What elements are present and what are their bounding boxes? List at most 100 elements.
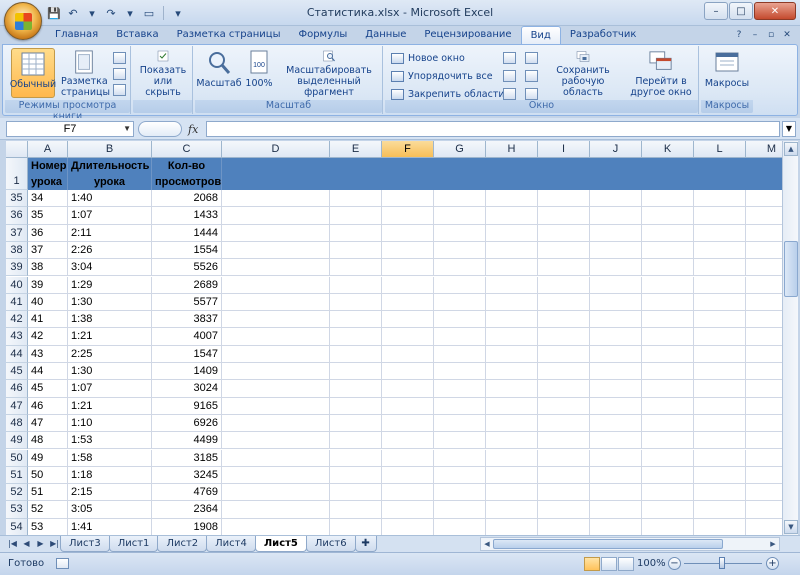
zoom-button[interactable]: Масштаб bbox=[196, 48, 242, 98]
empty-cell[interactable] bbox=[590, 207, 642, 225]
row-header[interactable]: 50 bbox=[6, 449, 28, 467]
empty-cell[interactable] bbox=[434, 328, 486, 346]
empty-cell[interactable] bbox=[382, 484, 434, 502]
row-header[interactable]: 39 bbox=[6, 259, 28, 277]
empty-cell[interactable] bbox=[694, 414, 746, 433]
cell-view-count[interactable]: 2068 bbox=[152, 190, 222, 208]
empty-cell[interactable] bbox=[590, 449, 642, 467]
formula-input[interactable] bbox=[206, 121, 780, 137]
cell-lesson-number[interactable]: 39 bbox=[28, 276, 68, 294]
empty-cell[interactable] bbox=[330, 484, 382, 502]
cell-view-count[interactable]: 6926 bbox=[152, 414, 222, 433]
empty-cell[interactable] bbox=[642, 207, 694, 225]
office-button[interactable] bbox=[4, 2, 42, 40]
cell-lesson-number[interactable]: 45 bbox=[28, 380, 68, 398]
empty-cell[interactable] bbox=[434, 224, 486, 242]
empty-cell[interactable] bbox=[642, 363, 694, 381]
cell-lesson-number[interactable]: 49 bbox=[28, 449, 68, 467]
doc-restore-icon[interactable]: ▫ bbox=[764, 28, 778, 42]
column-header-a[interactable]: A bbox=[28, 141, 68, 158]
empty-cell[interactable] bbox=[590, 259, 642, 277]
empty-cell[interactable] bbox=[694, 311, 746, 329]
empty-cell[interactable] bbox=[538, 207, 590, 225]
horizontal-scroll-thumb[interactable] bbox=[493, 539, 723, 549]
column-header-e[interactable]: E bbox=[330, 141, 382, 158]
sync-scroll-icon[interactable] bbox=[525, 70, 538, 82]
empty-cell[interactable] bbox=[382, 241, 434, 260]
row-header[interactable]: 35 bbox=[6, 190, 28, 208]
empty-cell[interactable] bbox=[642, 190, 694, 208]
empty-cell[interactable] bbox=[330, 363, 382, 381]
empty-cell[interactable] bbox=[330, 259, 382, 277]
next-sheet-icon[interactable]: ▶ bbox=[34, 537, 47, 551]
empty-cell[interactable] bbox=[538, 241, 590, 260]
empty-cell[interactable] bbox=[382, 363, 434, 381]
macros-button[interactable]: Макросы bbox=[703, 48, 751, 98]
empty-cell[interactable] bbox=[330, 432, 382, 450]
empty-cell[interactable] bbox=[434, 432, 486, 450]
empty-cell[interactable] bbox=[746, 484, 782, 502]
empty-cell[interactable] bbox=[694, 449, 746, 467]
row-header[interactable]: 44 bbox=[6, 345, 28, 363]
empty-cell[interactable] bbox=[538, 363, 590, 381]
empty-cell[interactable] bbox=[538, 293, 590, 312]
empty-cell[interactable] bbox=[642, 414, 694, 433]
empty-cell[interactable] bbox=[746, 346, 782, 363]
cell-lesson-number[interactable]: 46 bbox=[28, 397, 68, 415]
empty-cell[interactable] bbox=[222, 501, 330, 519]
empty-cell[interactable] bbox=[382, 276, 434, 294]
full-screen-icon[interactable] bbox=[113, 84, 126, 96]
empty-cell[interactable] bbox=[382, 518, 434, 535]
empty-cell[interactable] bbox=[746, 363, 782, 381]
empty-cell[interactable] bbox=[222, 224, 330, 242]
empty-cell[interactable] bbox=[538, 449, 590, 467]
empty-cell[interactable] bbox=[694, 207, 746, 225]
empty-cell[interactable] bbox=[642, 328, 694, 346]
empty-cell[interactable] bbox=[486, 363, 538, 381]
cell-lesson-duration[interactable]: 1:07 bbox=[68, 207, 152, 225]
empty-cell[interactable] bbox=[222, 311, 330, 329]
empty-cell[interactable] bbox=[538, 501, 590, 519]
empty-cell[interactable] bbox=[746, 259, 782, 277]
row-header[interactable]: 36 bbox=[6, 207, 28, 225]
row-header[interactable]: 40 bbox=[6, 276, 28, 294]
empty-cell[interactable] bbox=[486, 380, 538, 398]
reset-position-icon[interactable] bbox=[525, 88, 538, 100]
cell-lesson-number[interactable]: 47 bbox=[28, 414, 68, 433]
cell-lesson-duration[interactable]: 2:25 bbox=[68, 345, 152, 363]
empty-cell[interactable] bbox=[746, 432, 782, 450]
empty-cell[interactable] bbox=[222, 484, 330, 502]
row-header[interactable]: 48 bbox=[6, 414, 28, 433]
empty-cell[interactable] bbox=[590, 432, 642, 450]
empty-cell[interactable] bbox=[382, 466, 434, 485]
empty-cell[interactable] bbox=[538, 328, 590, 346]
row-header[interactable]: 49 bbox=[6, 432, 28, 450]
cell-lesson-duration[interactable]: 3:05 bbox=[68, 501, 152, 519]
empty-cell[interactable] bbox=[642, 241, 694, 260]
empty-cell[interactable] bbox=[694, 190, 746, 208]
empty-cell[interactable] bbox=[382, 345, 434, 363]
empty-cell[interactable] bbox=[382, 501, 434, 519]
cell-lesson-number[interactable]: 50 bbox=[28, 466, 68, 485]
cell-lesson-number[interactable]: 43 bbox=[28, 345, 68, 363]
empty-cell[interactable] bbox=[486, 432, 538, 450]
empty-cell[interactable] bbox=[538, 518, 590, 535]
empty-cell[interactable] bbox=[694, 276, 746, 294]
cell-lesson-number[interactable]: 40 bbox=[28, 293, 68, 312]
empty-cell[interactable] bbox=[694, 345, 746, 363]
empty-cell[interactable] bbox=[694, 241, 746, 260]
empty-cell[interactable] bbox=[590, 190, 642, 208]
cell-lesson-number[interactable]: 48 bbox=[28, 432, 68, 450]
cell-lesson-duration[interactable]: 1:38 bbox=[68, 311, 152, 329]
empty-cell[interactable] bbox=[642, 449, 694, 467]
cell-view-count[interactable]: 1554 bbox=[152, 241, 222, 260]
empty-cell[interactable] bbox=[746, 467, 782, 485]
minimize-button[interactable]: – bbox=[704, 2, 728, 20]
empty-cell[interactable] bbox=[590, 484, 642, 502]
empty-cell[interactable] bbox=[486, 293, 538, 312]
page-layout-status-icon[interactable] bbox=[601, 557, 617, 571]
empty-cell[interactable] bbox=[642, 345, 694, 363]
row-header[interactable]: 51 bbox=[6, 466, 28, 485]
empty-cell[interactable] bbox=[694, 432, 746, 450]
empty-cell[interactable] bbox=[590, 241, 642, 260]
